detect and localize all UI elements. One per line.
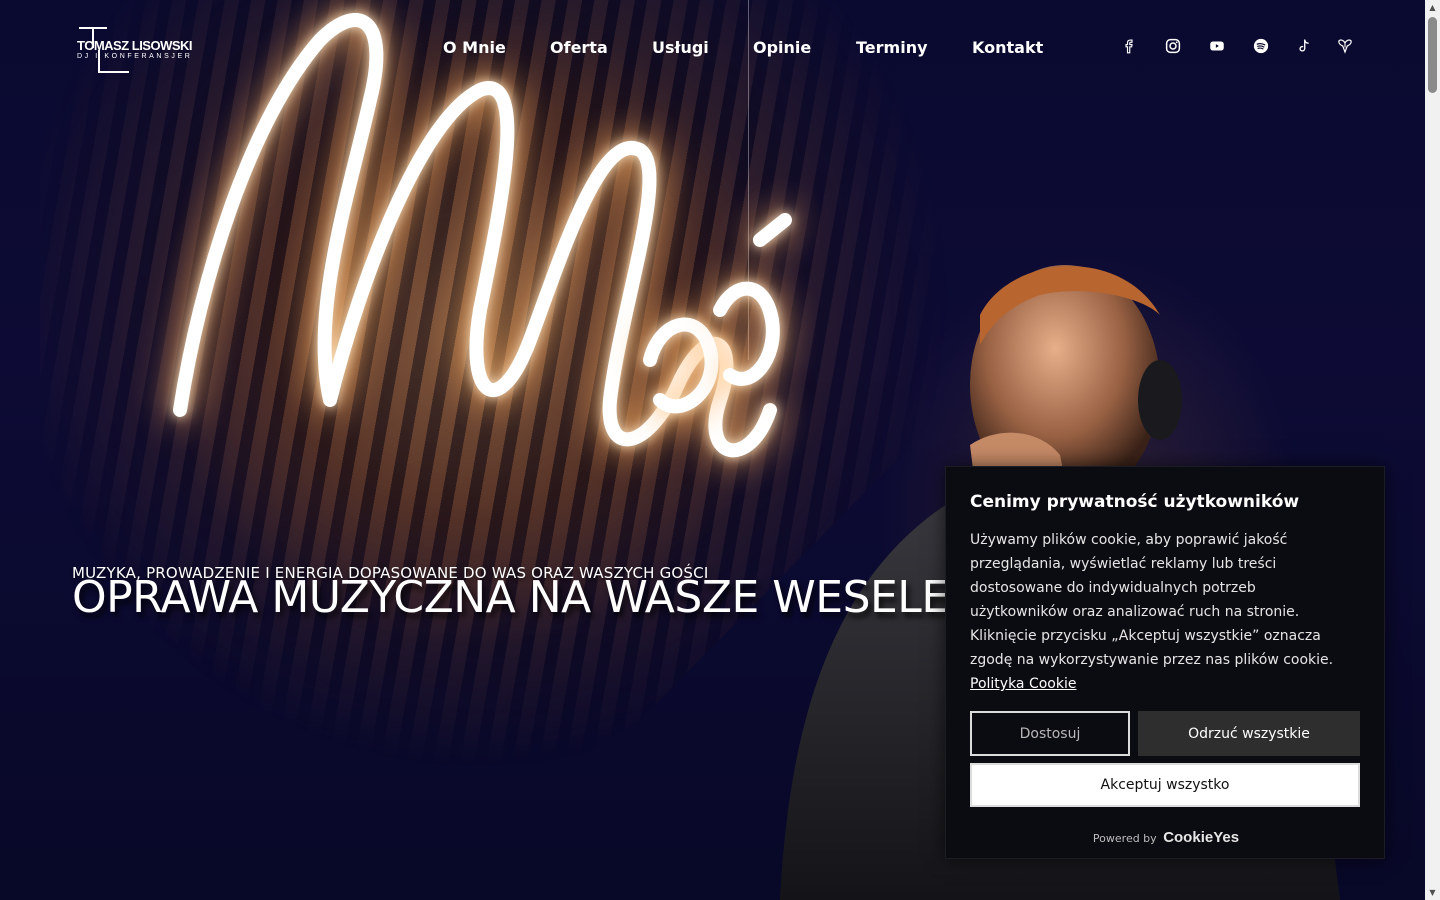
nav-item-terminy[interactable]: Terminy (856, 38, 928, 57)
spotify-icon[interactable] (1249, 34, 1273, 58)
customize-button[interactable]: Dostosuj (970, 711, 1130, 756)
cookie-description-text: Używamy plików cookie, aby poprawić jako… (970, 532, 1334, 668)
hero-title: OPRAWA MUZYCZNA NA WASZE WESELE (72, 572, 949, 623)
cookieyes-logo[interactable]: CookieYes (1163, 829, 1239, 846)
tiktok-icon[interactable] (1292, 34, 1316, 58)
site-logo[interactable]: TOMASZ LISOWSKI DJ I KONFERANSJER (77, 26, 193, 76)
cookie-description: Używamy plików cookie, aby poprawić jako… (970, 528, 1340, 696)
nav-item-kontakt[interactable]: Kontakt (972, 38, 1043, 57)
cookie-title: Cenimy prywatność użytkowników (970, 492, 1300, 512)
facebook-icon[interactable] (1117, 34, 1141, 58)
nav-item-opinie[interactable]: Opinie (753, 38, 811, 57)
instagram-icon[interactable] (1161, 34, 1185, 58)
logo-name: TOMASZ LISOWSKI (77, 38, 193, 53)
scrollbar-thumb[interactable] (1428, 17, 1437, 93)
nav-item-uslugi[interactable]: Usługi (652, 38, 709, 57)
nav-item-oferta[interactable]: Oferta (550, 38, 608, 57)
wedding-portal-icon[interactable] (1333, 34, 1357, 58)
accept-all-button[interactable]: Akceptuj wszystko (970, 763, 1360, 807)
powered-by-label: Powered by (1092, 832, 1157, 845)
page-scrollbar[interactable]: ▲ ▼ (1425, 0, 1440, 900)
scroll-up-arrow-icon[interactable]: ▲ (1425, 0, 1440, 15)
logo-tagline: DJ I KONFERANSJER (77, 53, 193, 60)
scroll-down-arrow-icon[interactable]: ▼ (1425, 885, 1440, 900)
youtube-icon[interactable] (1205, 34, 1229, 58)
reject-all-button[interactable]: Odrzuć wszystkie (1138, 711, 1360, 756)
cookie-policy-link[interactable]: Polityka Cookie (970, 676, 1076, 692)
neon-sign-image (173, 13, 792, 458)
nav-item-o-mnie[interactable]: O Mnie (443, 38, 506, 57)
powered-by: Powered by CookieYes (946, 829, 1386, 846)
cookie-consent-banner: Cenimy prywatność użytkowników Używamy p… (945, 466, 1385, 859)
